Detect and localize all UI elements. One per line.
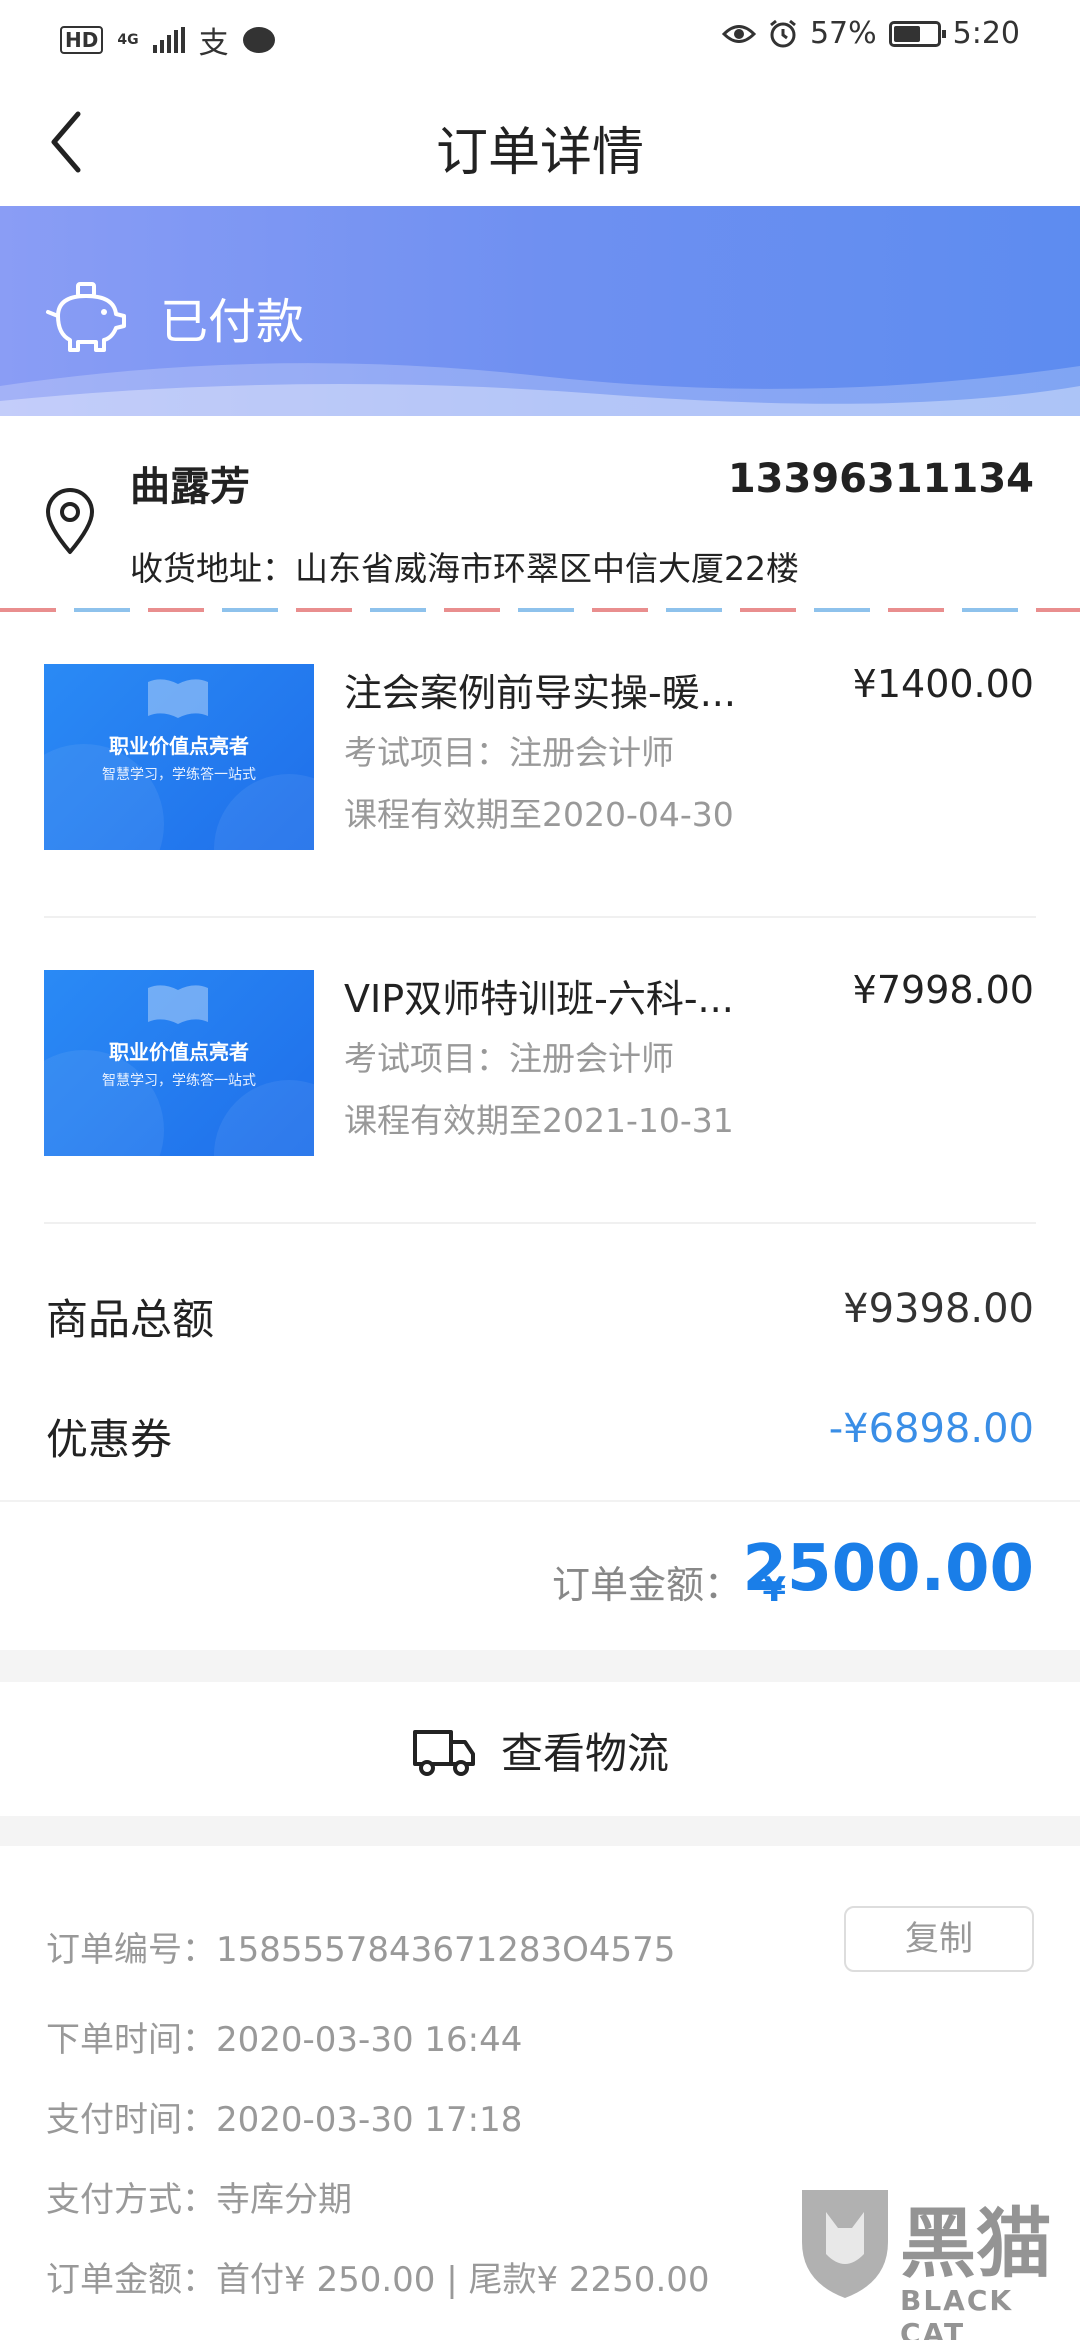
eye-icon — [721, 24, 756, 43]
product-name: 注会案例前导实操-暖... — [344, 671, 736, 715]
alarm-icon — [770, 19, 796, 47]
address-line: 收货地址：山东省威海市环翠区中信大厦22楼 — [130, 542, 799, 590]
thumbnail-subtitle: 智慧学习，学练答一站式 — [102, 1073, 256, 1089]
product-thumbnail: 职业价值点亮者 智慧学习，学练答一站式 — [44, 970, 314, 1156]
network-type: 4G — [117, 32, 139, 48]
thumbnail-title: 职业价值点亮者 — [109, 734, 249, 758]
payment-time-row: 支付时间：2020-03-30 17:18 — [46, 2092, 522, 2141]
paid-label: 支付时间： — [46, 2100, 216, 2140]
created-value: 2020-03-30 16:44 — [216, 2020, 523, 2060]
clock-time: 5:20 — [952, 16, 1020, 51]
watermark-en: BLACK CAT — [900, 2284, 1014, 2340]
payment-method-row: 支付方式：寺库分期 — [46, 2172, 352, 2221]
truck-icon — [412, 1729, 475, 1776]
thumbnail-subtitle: 智慧学习，学练答一站式 — [102, 767, 256, 783]
order-number-value: 1585557843671283O4575 — [216, 1930, 676, 1970]
recipient-name: 曲露芳 — [130, 464, 250, 510]
section-gap — [0, 1650, 1080, 1682]
product-price: ¥1400.00 — [852, 662, 1034, 706]
amount-value: 首付¥ 250.00 | 尾款¥ 2250.00 — [216, 2260, 710, 2300]
status-left: HD 4G 支 — [60, 18, 275, 62]
order-status-text: 已付款 — [160, 294, 305, 350]
chat-icon — [242, 27, 275, 53]
product-thumbnail: 职业价值点亮者 智慧学习，学练答一站式 — [44, 664, 314, 850]
alipay-icon: 支 — [198, 26, 229, 61]
product-exam: 考试项目：注册会计师 — [344, 733, 674, 772]
shipping-address: 曲露芳 13396311134 收货地址：山东省威海市环翠区中信大厦22楼 — [0, 416, 1080, 616]
coupon-label: 优惠券 — [46, 1415, 173, 1464]
signal-icon — [152, 27, 185, 53]
watermark-cn: 黑猫 — [900, 2199, 1052, 2288]
paid-value: 2020-03-30 17:18 — [216, 2100, 523, 2140]
book-icon — [148, 679, 208, 718]
method-label: 支付方式： — [46, 2180, 216, 2220]
hd-badge: HD — [60, 26, 104, 54]
goods-total-label: 商品总额 — [46, 1295, 215, 1344]
order-total-row: 订单金额： ¥ 2500.00 — [0, 1502, 1080, 1650]
product-validity: 课程有效期至2020-04-30 — [344, 795, 734, 834]
logistics-content: 查看物流 — [0, 1720, 1080, 1781]
installment-amount-row: 订单金额：首付¥ 250.00 | 尾款¥ 2250.00 — [46, 2252, 710, 2301]
logistics-label: 查看物流 — [500, 1729, 669, 1778]
order-number-label: 订单编号： — [46, 1930, 216, 1970]
battery-icon — [888, 20, 946, 47]
goods-total-value: ¥9398.00 — [843, 1286, 1034, 1332]
product-validity: 课程有效期至2021-10-31 — [344, 1101, 734, 1140]
status-bar: HD 4G 支 57% 5:20 — [0, 0, 1080, 72]
goods-total-row: 商品总额 ¥9398.00 — [0, 1248, 1080, 1368]
piggy-bank-icon — [46, 282, 126, 352]
product-item[interactable]: 职业价值点亮者 智慧学习，学练答一站式 注会案例前导实操-暖... ¥1400.… — [0, 612, 1080, 918]
blackcat-watermark: 黑猫 BLACK CAT — [796, 2182, 1066, 2340]
divider — [44, 1222, 1036, 1224]
order-created-row: 下单时间：2020-03-30 16:44 — [46, 2012, 522, 2061]
product-item[interactable]: 职业价值点亮者 智慧学习，学练答一站式 VIP双师特训班-六科-... ¥799… — [0, 918, 1080, 1224]
copy-button[interactable]: 复制 — [844, 1906, 1034, 1972]
recipient-phone: 13396311134 — [727, 456, 1034, 502]
thumbnail-title: 职业价值点亮者 — [109, 1040, 249, 1064]
page-title: 订单详情 — [435, 123, 644, 183]
method-value: 寺库分期 — [216, 2180, 352, 2220]
section-gap — [0, 1816, 1080, 1846]
order-status-banner: 已付款 — [0, 206, 1080, 416]
battery-percent: 57% — [809, 16, 877, 51]
coupon-value: -¥6898.00 — [828, 1406, 1034, 1452]
product-name: VIP双师特训班-六科-... — [344, 977, 734, 1021]
created-label: 下单时间： — [46, 2020, 216, 2060]
status-right: 57% 5:20 — [721, 16, 1020, 51]
product-price: ¥7998.00 — [852, 968, 1034, 1012]
product-exam: 考试项目：注册会计师 — [344, 1039, 674, 1078]
view-logistics-button[interactable]: 查看物流 — [0, 1682, 1080, 1816]
amount-label: 订单金额： — [46, 2260, 216, 2300]
coupon-row: 优惠券 -¥6898.00 — [0, 1368, 1080, 1488]
book-icon — [148, 985, 208, 1024]
nav-bar: 订单详情 — [0, 72, 1080, 206]
location-pin-icon — [46, 488, 94, 554]
address-value: 山东省威海市环翠区中信大厦22楼 — [295, 549, 799, 588]
order-amount-label: 订单金额： — [551, 1563, 742, 1607]
cat-shield-logo — [802, 2190, 888, 2298]
address-label: 收货地址： — [130, 549, 295, 588]
order-amount-value: 2500.00 — [742, 1532, 1035, 1606]
order-number-row: 订单编号：1585557843671283O4575 — [46, 1922, 675, 1971]
